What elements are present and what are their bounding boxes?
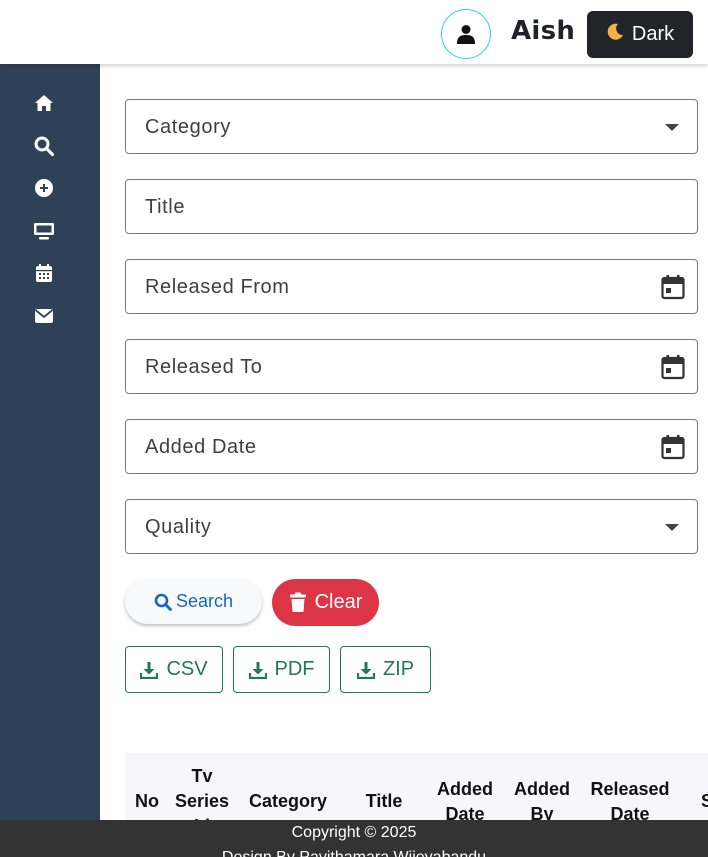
column-header[interactable]: Tv Series Id (173, 764, 231, 823)
clear-button-label: Clear (314, 591, 363, 613)
copyright-text: Copyright © 2025 (291, 824, 417, 841)
plus-circle-icon[interactable] (33, 177, 55, 199)
export-zip-button[interactable]: ZIP (340, 646, 431, 693)
export-csv-button[interactable]: CSV (125, 646, 223, 693)
search-button-label: Search (175, 591, 234, 611)
export-pdf-label: PDF (274, 658, 315, 680)
user-avatar[interactable] (441, 9, 491, 59)
home-icon[interactable] (33, 92, 55, 114)
design-credit-text: Design By Pavithamara Wijeyabandu (0, 849, 708, 857)
title-label: Title (145, 196, 186, 218)
column-header[interactable]: Released Date (587, 777, 673, 823)
envelope-icon[interactable] (33, 305, 55, 327)
column-header[interactable]: Category (243, 789, 333, 814)
results-table-header: No Tv Series Id Category Title Added Dat… (125, 753, 708, 823)
calendar-picker-icon[interactable] (661, 274, 685, 300)
column-header[interactable]: Added By (507, 777, 577, 823)
search-icon[interactable] (33, 135, 55, 157)
export-csv-label: CSV (166, 658, 208, 680)
quality-label: Quality (145, 516, 212, 538)
moon-icon (606, 23, 624, 46)
added-date-label: Added Date (145, 436, 257, 458)
column-header[interactable]: S (701, 789, 708, 814)
trash-icon (289, 592, 306, 612)
column-header[interactable]: No (125, 789, 169, 814)
theme-toggle-button[interactable]: Dark (587, 11, 693, 58)
theme-toggle-label: Dark (631, 23, 675, 45)
footer: Copyright © 2025 Design By Pavithamara W… (0, 820, 708, 857)
username: Aish (511, 16, 576, 46)
category-select[interactable]: Category (125, 99, 698, 154)
quality-select[interactable]: Quality (125, 499, 698, 554)
download-icon (248, 661, 267, 679)
export-zip-label: ZIP (382, 658, 415, 680)
search-button[interactable]: Search (125, 579, 262, 624)
released-from-input[interactable]: Released From (125, 259, 698, 314)
calendar-icon[interactable] (33, 262, 55, 284)
download-icon (140, 661, 159, 679)
tv-icon[interactable] (33, 220, 55, 242)
released-to-input[interactable]: Released To (125, 339, 698, 394)
sidebar (0, 64, 100, 857)
search-icon (154, 593, 172, 611)
released-to-label: Released To (145, 356, 263, 378)
calendar-picker-icon[interactable] (661, 434, 685, 460)
user-icon (457, 25, 475, 44)
download-icon (356, 661, 375, 679)
export-pdf-button[interactable]: PDF (233, 646, 330, 693)
category-label: Category (145, 116, 231, 138)
column-header[interactable]: Title (353, 789, 415, 814)
clear-button[interactable]: Clear (272, 579, 379, 626)
dropdown-arrow-icon (665, 124, 679, 131)
calendar-picker-icon[interactable] (661, 354, 685, 380)
top-navbar: Aish Dark (0, 0, 708, 64)
column-header[interactable]: Added Date (433, 777, 497, 823)
dropdown-arrow-icon (665, 524, 679, 531)
title-input[interactable]: Title (125, 179, 698, 234)
released-from-label: Released From (145, 276, 290, 298)
added-date-input[interactable]: Added Date (125, 419, 698, 474)
